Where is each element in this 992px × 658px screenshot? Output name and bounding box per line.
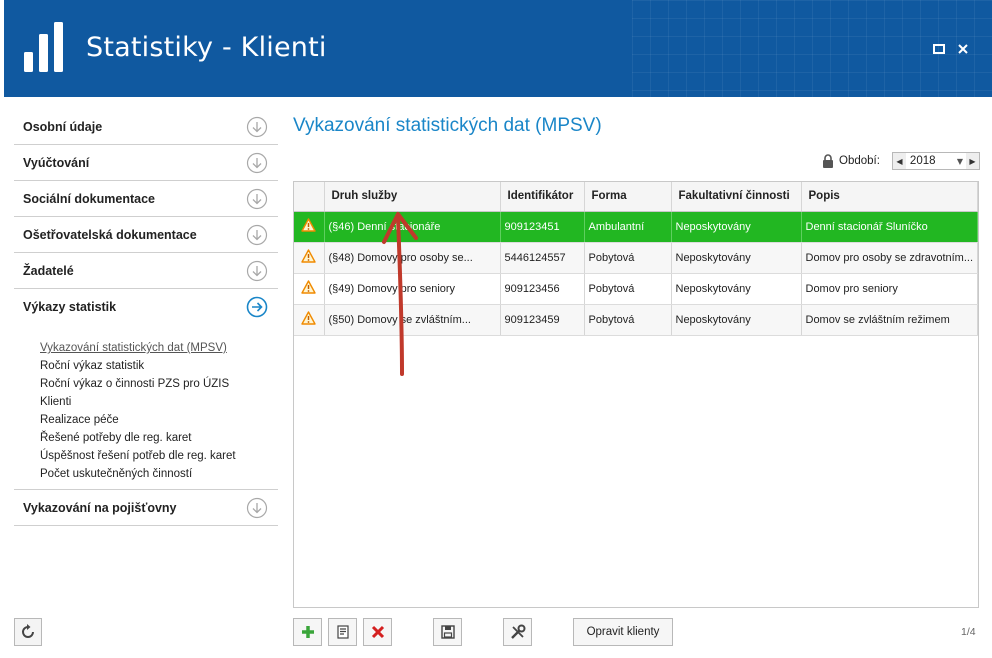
- table-cell: Neposkytovány: [671, 242, 802, 274]
- subitem-uspesnost[interactable]: Úspěšnost řešení potřeb dle reg. karet: [40, 447, 278, 465]
- subitem-rocni-vykaz-uzis[interactable]: Roční výkaz o činnosti PZS pro ÚZIS: [40, 375, 278, 393]
- chevron-down-circle-icon[interactable]: [246, 224, 268, 246]
- chevron-down-circle-icon[interactable]: [246, 152, 268, 174]
- sidebar-item-osetrovatelska-dokumentace[interactable]: Ošetřovatelská dokumentace: [14, 217, 278, 253]
- chevron-down-circle-icon[interactable]: [246, 497, 268, 519]
- column-header[interactable]: Popis: [801, 182, 978, 212]
- column-header[interactable]: Identifikátor: [500, 182, 585, 212]
- warning-icon: [301, 280, 316, 294]
- save-icon: [440, 625, 455, 639]
- column-header[interactable]: Druh služby: [324, 182, 501, 212]
- subitem-realizace-pece[interactable]: Realizace péče: [40, 411, 278, 429]
- period-label: Období:: [839, 155, 880, 167]
- fix-clients-button[interactable]: Opravit klienty: [573, 618, 673, 646]
- tools-button[interactable]: [503, 618, 532, 646]
- sidebar-item-osobni-udaje[interactable]: Osobní údaje: [14, 109, 278, 145]
- sidebar-item-vyuctovani[interactable]: Vyúčtování: [14, 145, 278, 181]
- warning-icon: [301, 311, 316, 325]
- table-cell: (§46) Denní stacionáře: [324, 211, 501, 243]
- table-row[interactable]: (§50) Domovy se zvláštním... 909123459 P…: [294, 304, 978, 336]
- table-cell: Neposkytovány: [671, 211, 802, 243]
- column-header[interactable]: Forma: [584, 182, 672, 212]
- table-row[interactable]: (§49) Domovy pro seniory 909123456 Pobyt…: [294, 273, 978, 305]
- add-icon: [301, 626, 314, 638]
- chevron-down-circle-icon[interactable]: [246, 260, 268, 282]
- subitem-vykazovani-mpsv[interactable]: Vykazování statistických dat (MPSV): [40, 339, 278, 357]
- delete-button[interactable]: [363, 618, 392, 646]
- warning-cell: [294, 273, 325, 305]
- table-cell: Domov pro osoby se zdravotním...: [801, 242, 978, 274]
- table-cell: Neposkytovány: [671, 273, 802, 305]
- period-next-icon[interactable]: ▶: [965, 153, 979, 169]
- table-header-row: Druh služby Identifikátor Forma Fakultat…: [294, 182, 978, 212]
- column-header-warning: [294, 182, 325, 212]
- edit-icon: [336, 625, 349, 639]
- warning-icon: [301, 249, 316, 263]
- tools-icon: [510, 624, 525, 639]
- table-cell: Neposkytovány: [671, 304, 802, 336]
- table-row[interactable]: (§46) Denní stacionáře 909123451 Ambulan…: [294, 211, 978, 243]
- sidebar: Osobní údaje Vyúčtování Sociální dokumen…: [14, 109, 278, 526]
- table-cell: Domov pro seniory: [801, 273, 978, 305]
- sidebar-item-vykazy-statistik[interactable]: Výkazy statistik: [14, 289, 278, 325]
- logo-bars-icon: [24, 22, 63, 72]
- table-cell: 909123451: [500, 211, 585, 243]
- table-cell: (§50) Domovy se zvláštním...: [324, 304, 501, 336]
- period-prev-icon[interactable]: ◀: [892, 153, 906, 169]
- sidebar-item-label: Vykazování na pojišťovny: [23, 500, 177, 515]
- table-cell: Denní stacionář Sluníčko: [801, 211, 978, 243]
- sidebar-item-vykazovani-na-pojistovny[interactable]: Vykazování na pojišťovny: [14, 490, 278, 526]
- edit-button[interactable]: [328, 618, 357, 646]
- close-icon[interactable]: [956, 42, 970, 56]
- subitem-rocni-vykaz[interactable]: Roční výkaz statistik: [40, 357, 278, 375]
- period-selector: Období: ◀ 2018 ▼ ▶: [822, 152, 980, 170]
- table-cell: 5446124557: [500, 242, 585, 274]
- table-cell: (§49) Domovy pro seniory: [324, 273, 501, 305]
- table-cell: Pobytová: [584, 273, 672, 305]
- subitem-pocet-cinnosti[interactable]: Počet uskutečněných činností: [40, 465, 278, 483]
- warning-cell: [294, 242, 325, 274]
- table-cell: (§48) Domovy pro osoby se...: [324, 242, 501, 274]
- table-cell: 909123456: [500, 273, 585, 305]
- table-row[interactable]: (§48) Domovy pro osoby se... 5446124557 …: [294, 242, 978, 274]
- sidebar-item-label: Osobní údaje: [23, 119, 103, 134]
- save-button[interactable]: [433, 618, 462, 646]
- refresh-button[interactable]: [14, 618, 42, 646]
- sidebar-item-socialni-dokumentace[interactable]: Sociální dokumentace: [14, 181, 278, 217]
- chevron-down-circle-icon[interactable]: [246, 116, 268, 138]
- pager-text: 1/4: [961, 626, 976, 638]
- sidebar-item-label: Žadatelé: [23, 263, 74, 278]
- page-title: Vykazování statistických dat (MPSV): [293, 115, 602, 136]
- table-cell: Pobytová: [584, 242, 672, 274]
- subitem-resene-potreby[interactable]: Řešené potřeby dle reg. karet: [40, 429, 278, 447]
- arrow-right-circle-icon[interactable]: [246, 296, 268, 318]
- sidebar-item-label: Výkazy statistik: [23, 300, 117, 314]
- warning-cell: [294, 304, 325, 336]
- sidebar-subitems: Vykazování statistických dat (MPSV) Ročn…: [14, 325, 278, 490]
- sidebar-item-label: Vyúčtování: [23, 155, 90, 170]
- delete-icon: [371, 625, 384, 639]
- sidebar-item-label: Sociální dokumentace: [23, 191, 155, 206]
- period-select[interactable]: ◀ 2018 ▼ ▶: [891, 152, 980, 170]
- column-header[interactable]: Fakultativní činnosti: [671, 182, 802, 212]
- chevron-down-circle-icon[interactable]: [246, 188, 268, 210]
- warning-cell: [294, 211, 325, 243]
- subitem-klienti[interactable]: Klienti: [40, 393, 278, 411]
- period-value: 2018: [909, 155, 936, 167]
- chevron-down-icon[interactable]: ▼: [954, 157, 966, 166]
- app-header: Statistiky - Klienti: [4, 0, 992, 97]
- table-cell: 909123459: [500, 304, 585, 336]
- table-cell: Pobytová: [584, 304, 672, 336]
- maximize-icon[interactable]: [932, 42, 946, 56]
- sidebar-item-label: Ošetřovatelská dokumentace: [23, 227, 197, 242]
- sidebar-item-zadatele[interactable]: Žadatelé: [14, 253, 278, 289]
- add-button[interactable]: [293, 618, 322, 646]
- refresh-icon: [22, 624, 34, 638]
- table-cell: Domov se zvláštním režimem: [801, 304, 978, 336]
- services-table: Druh služby Identifikátor Forma Fakultat…: [293, 181, 979, 608]
- app-title: Statistiky - Klienti: [86, 32, 327, 63]
- lock-icon[interactable]: [822, 154, 834, 168]
- table-cell: Ambulantní: [584, 211, 672, 243]
- warning-icon: [301, 218, 316, 232]
